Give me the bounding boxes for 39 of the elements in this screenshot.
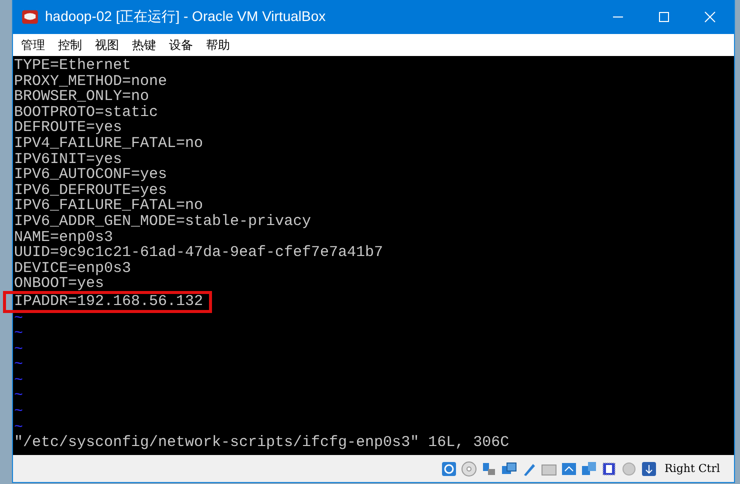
- empty-line-marker: ~: [13, 372, 24, 388]
- screen-icon[interactable]: [560, 460, 577, 476]
- config-line: IPV6_FAILURE_FATAL=no: [13, 198, 204, 214]
- config-line: IPV4_FAILURE_FATAL=no: [13, 136, 204, 152]
- config-line: IPV6_DEFROUTE=yes: [13, 182, 168, 198]
- file-status-line: "/etc/sysconfig/network-scripts/ifcfg-enp0s3" 16L, 306C: [13, 435, 510, 451]
- empty-line-marker: ~: [13, 404, 24, 420]
- config-line: ONBOOT=yes: [13, 276, 104, 292]
- empty-line-marker: ~: [13, 342, 24, 358]
- config-line: DEVICE=enp0s3: [13, 260, 132, 276]
- capture-icon[interactable]: [580, 460, 597, 476]
- display-icon[interactable]: [500, 460, 517, 476]
- config-line: DEFROUTE=yes: [13, 120, 122, 136]
- menu-item[interactable]: 控制: [58, 36, 82, 54]
- config-line: TYPE=Ethernet: [13, 58, 132, 74]
- config-line: BOOTPROTO=static: [13, 104, 158, 120]
- config-line: NAME=enp0s3: [13, 230, 114, 246]
- empty-line-marker: ~: [13, 357, 24, 373]
- config-line: PROXY_METHOD=none: [13, 74, 168, 90]
- window-title: hadoop-02 [正在运行] - Oracle VM VirtualBox: [45, 8, 326, 26]
- maximize-icon[interactable]: [658, 11, 670, 23]
- empty-line-marker: ~: [13, 310, 24, 326]
- empty-line-marker: ~: [13, 326, 24, 342]
- menu-item[interactable]: 管理: [21, 36, 45, 54]
- host-key-label: Right Ctrl: [664, 462, 720, 475]
- config-line: BROWSER_ONLY=no: [13, 89, 150, 105]
- menu-item[interactable]: 热键: [132, 36, 156, 54]
- config-line: UUID=9c9c1c21-61ad-47da-9eaf-cfef7e7a41b7: [13, 245, 384, 261]
- empty-line-marker: ~: [13, 420, 24, 436]
- menu-item[interactable]: 帮助: [206, 36, 230, 54]
- config-line: IPV6INIT=yes: [13, 152, 122, 168]
- menu-item[interactable]: 视图: [95, 36, 119, 54]
- config-line: IPV6_ADDR_GEN_MODE=stable-privacy: [13, 214, 312, 230]
- close-icon[interactable]: [704, 11, 716, 23]
- menu-item[interactable]: 设备: [169, 36, 193, 54]
- config-line: IPV6_AUTOCONF=yes: [13, 167, 168, 183]
- empty-line-marker: ~: [13, 388, 24, 404]
- cd-icon[interactable]: [460, 460, 477, 476]
- app-icon: [21, 8, 39, 26]
